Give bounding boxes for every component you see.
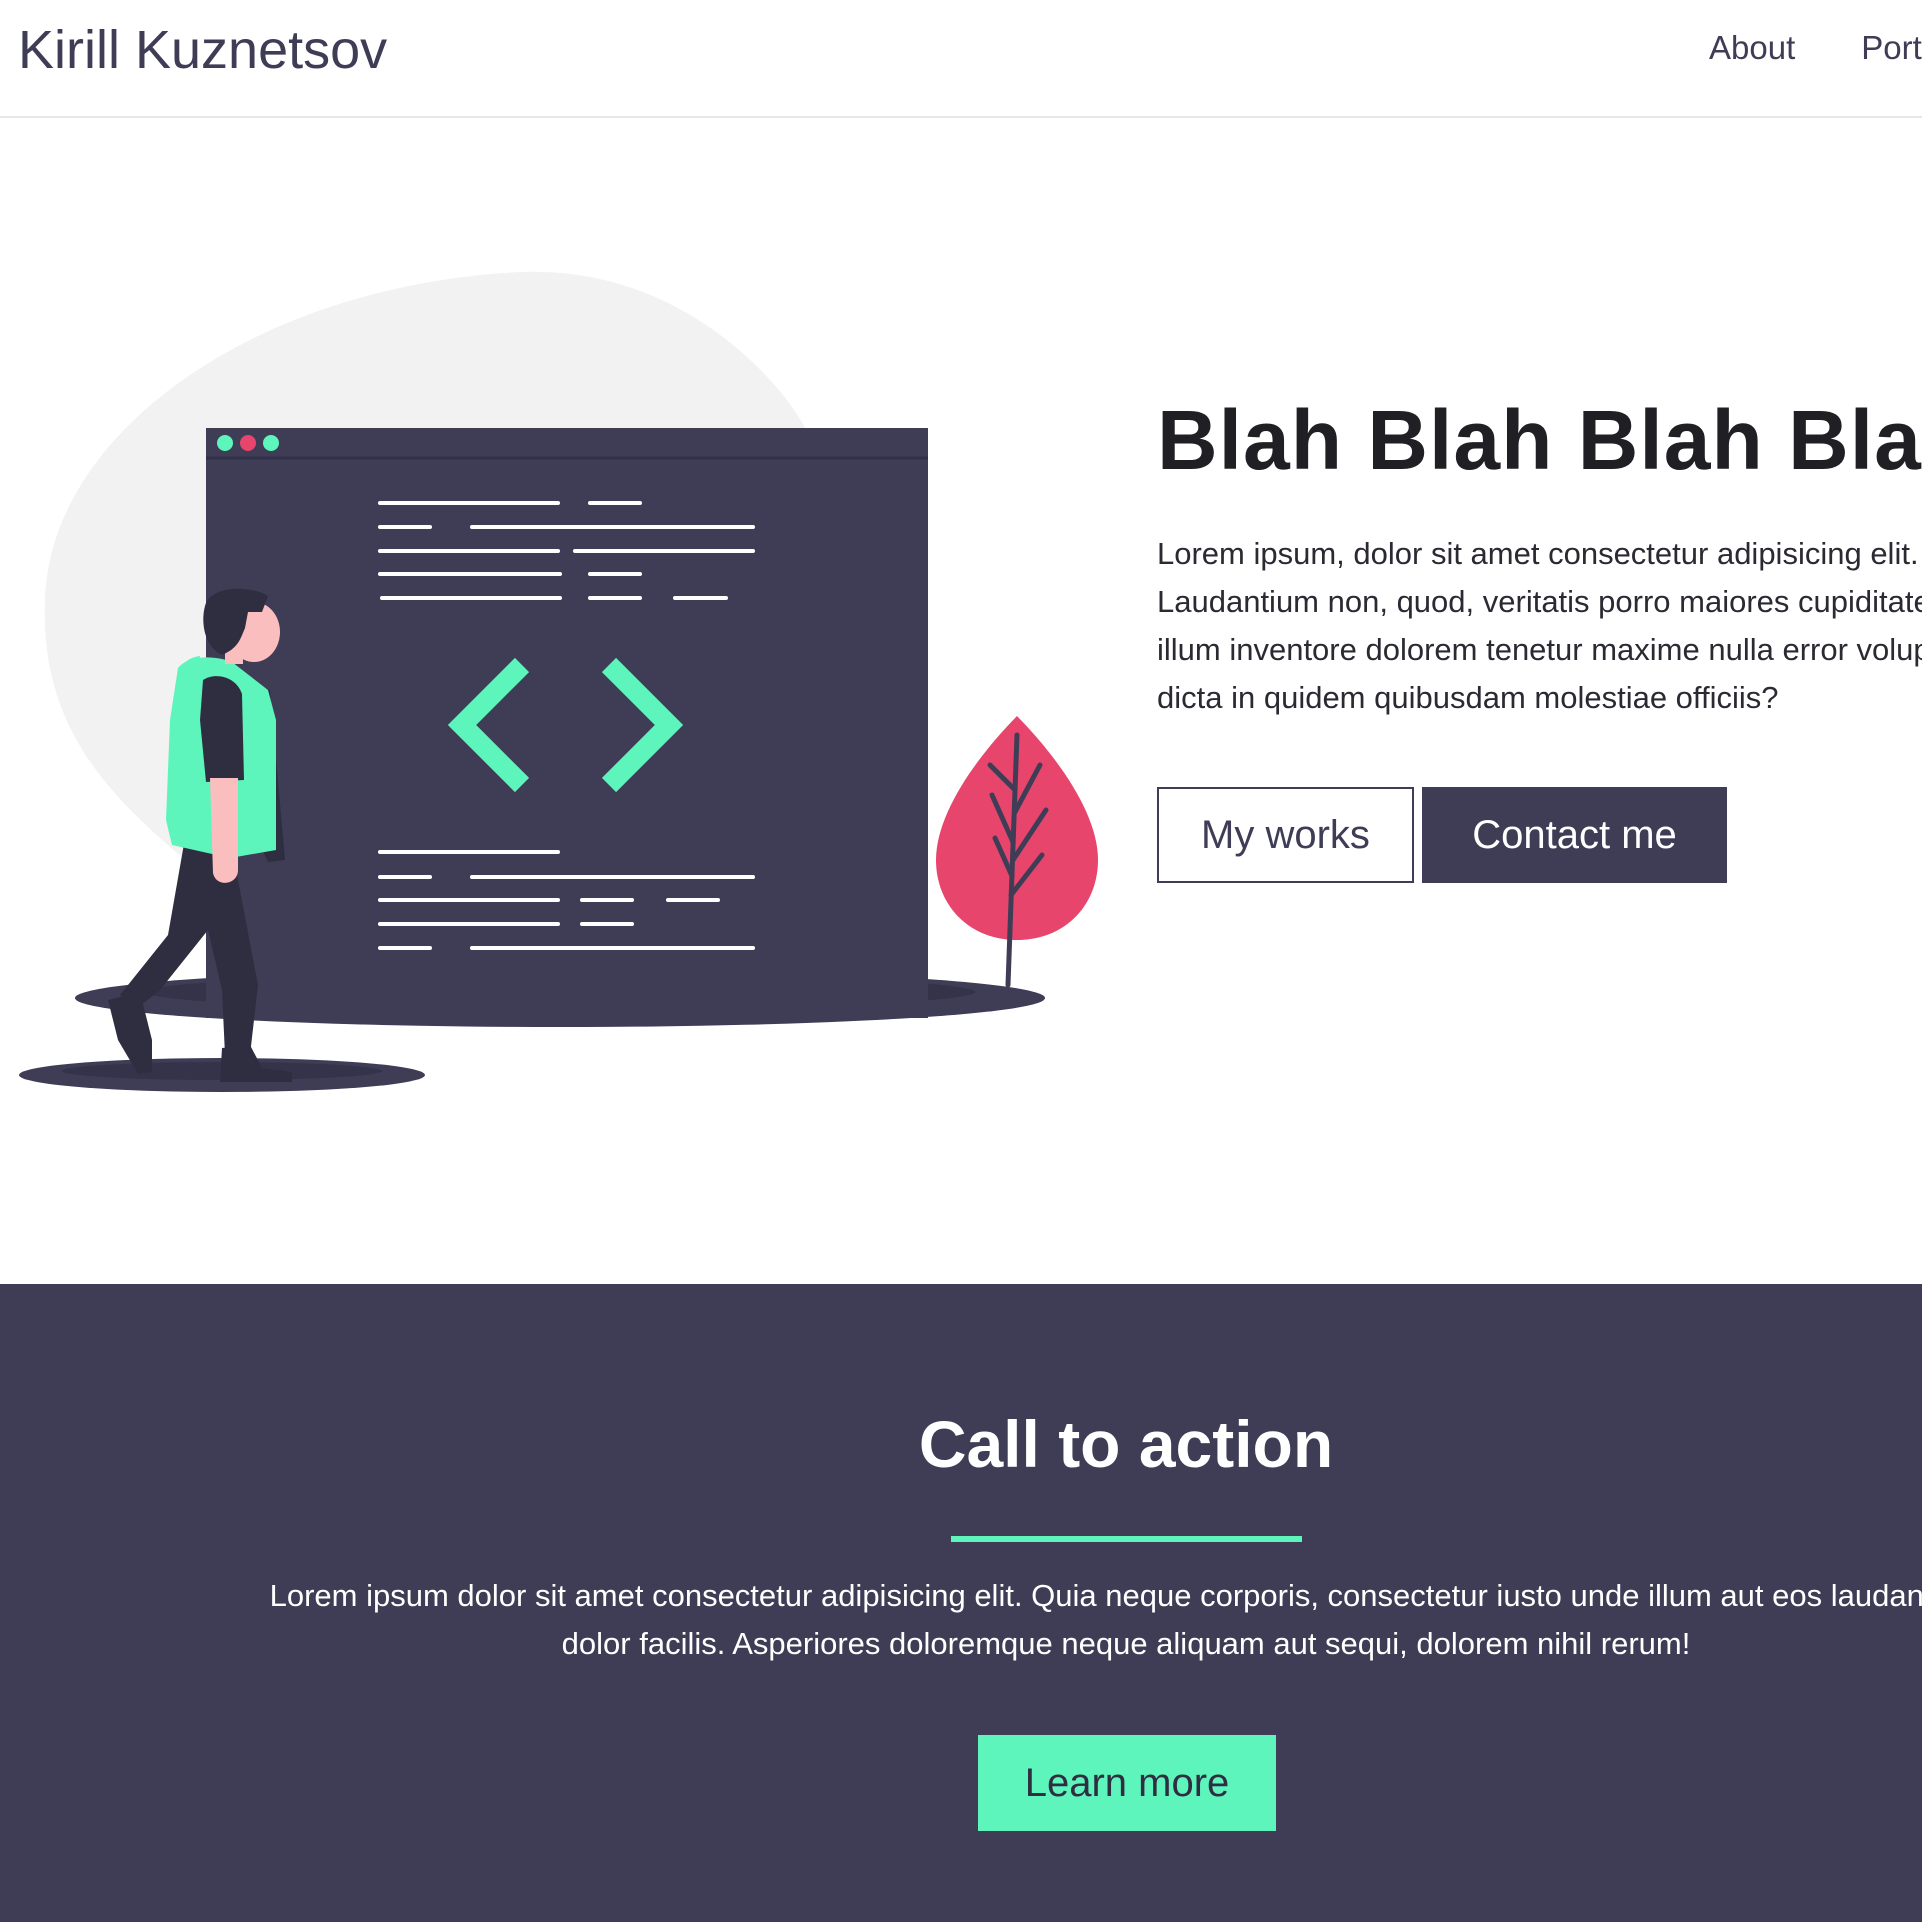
nav-link-about[interactable]: About (1709, 28, 1795, 68)
cta-title: Call to action (918, 1407, 1334, 1481)
hero-illustration (19, 271, 1098, 1092)
cta-description: Lorem ipsum dolor sit amet consectetur a… (0, 1572, 1922, 1668)
browser-window-graphic (206, 428, 928, 1018)
hero-description-line: illum inventore dolorem tenetur maxime n… (1157, 632, 1922, 667)
leaf-tree-icon (936, 716, 1098, 988)
site-header: Kirill Kuznetsov About Portfolio (0, 0, 1922, 118)
learn-more-button[interactable]: Learn more (978, 1735, 1276, 1831)
contact-me-button[interactable]: Contact me (1422, 787, 1727, 883)
hero-description-line: Lorem ipsum, dolor sit amet consectetur … (1157, 536, 1919, 571)
cta-divider (951, 1536, 1302, 1542)
hero-description: Lorem ipsum, dolor sit amet consectetur … (1157, 530, 1922, 722)
nav-link-portfolio[interactable]: Portfolio (1861, 28, 1922, 68)
my-works-button[interactable]: My works (1157, 787, 1414, 883)
cta-description-line: dolor facilis. Asperiores doloremque neq… (561, 1626, 1691, 1661)
main-nav: About Portfolio (1709, 28, 1922, 68)
call-to-action-section: Call to action Lorem ipsum dolor sit ame… (0, 1284, 1922, 1922)
hero-description-line: Laudantium non, quod, veritatis porro ma… (1157, 584, 1922, 619)
cta-description-line: Lorem ipsum dolor sit amet consectetur a… (269, 1578, 1922, 1613)
window-dots-icon (217, 435, 279, 451)
brand-logo-link[interactable]: Kirill Kuznetsov (18, 18, 387, 82)
hero-title: Blah Blah Blah Blah (1157, 393, 1922, 487)
hero-description-line: dicta in quidem quibusdam molestiae offi… (1157, 680, 1779, 715)
